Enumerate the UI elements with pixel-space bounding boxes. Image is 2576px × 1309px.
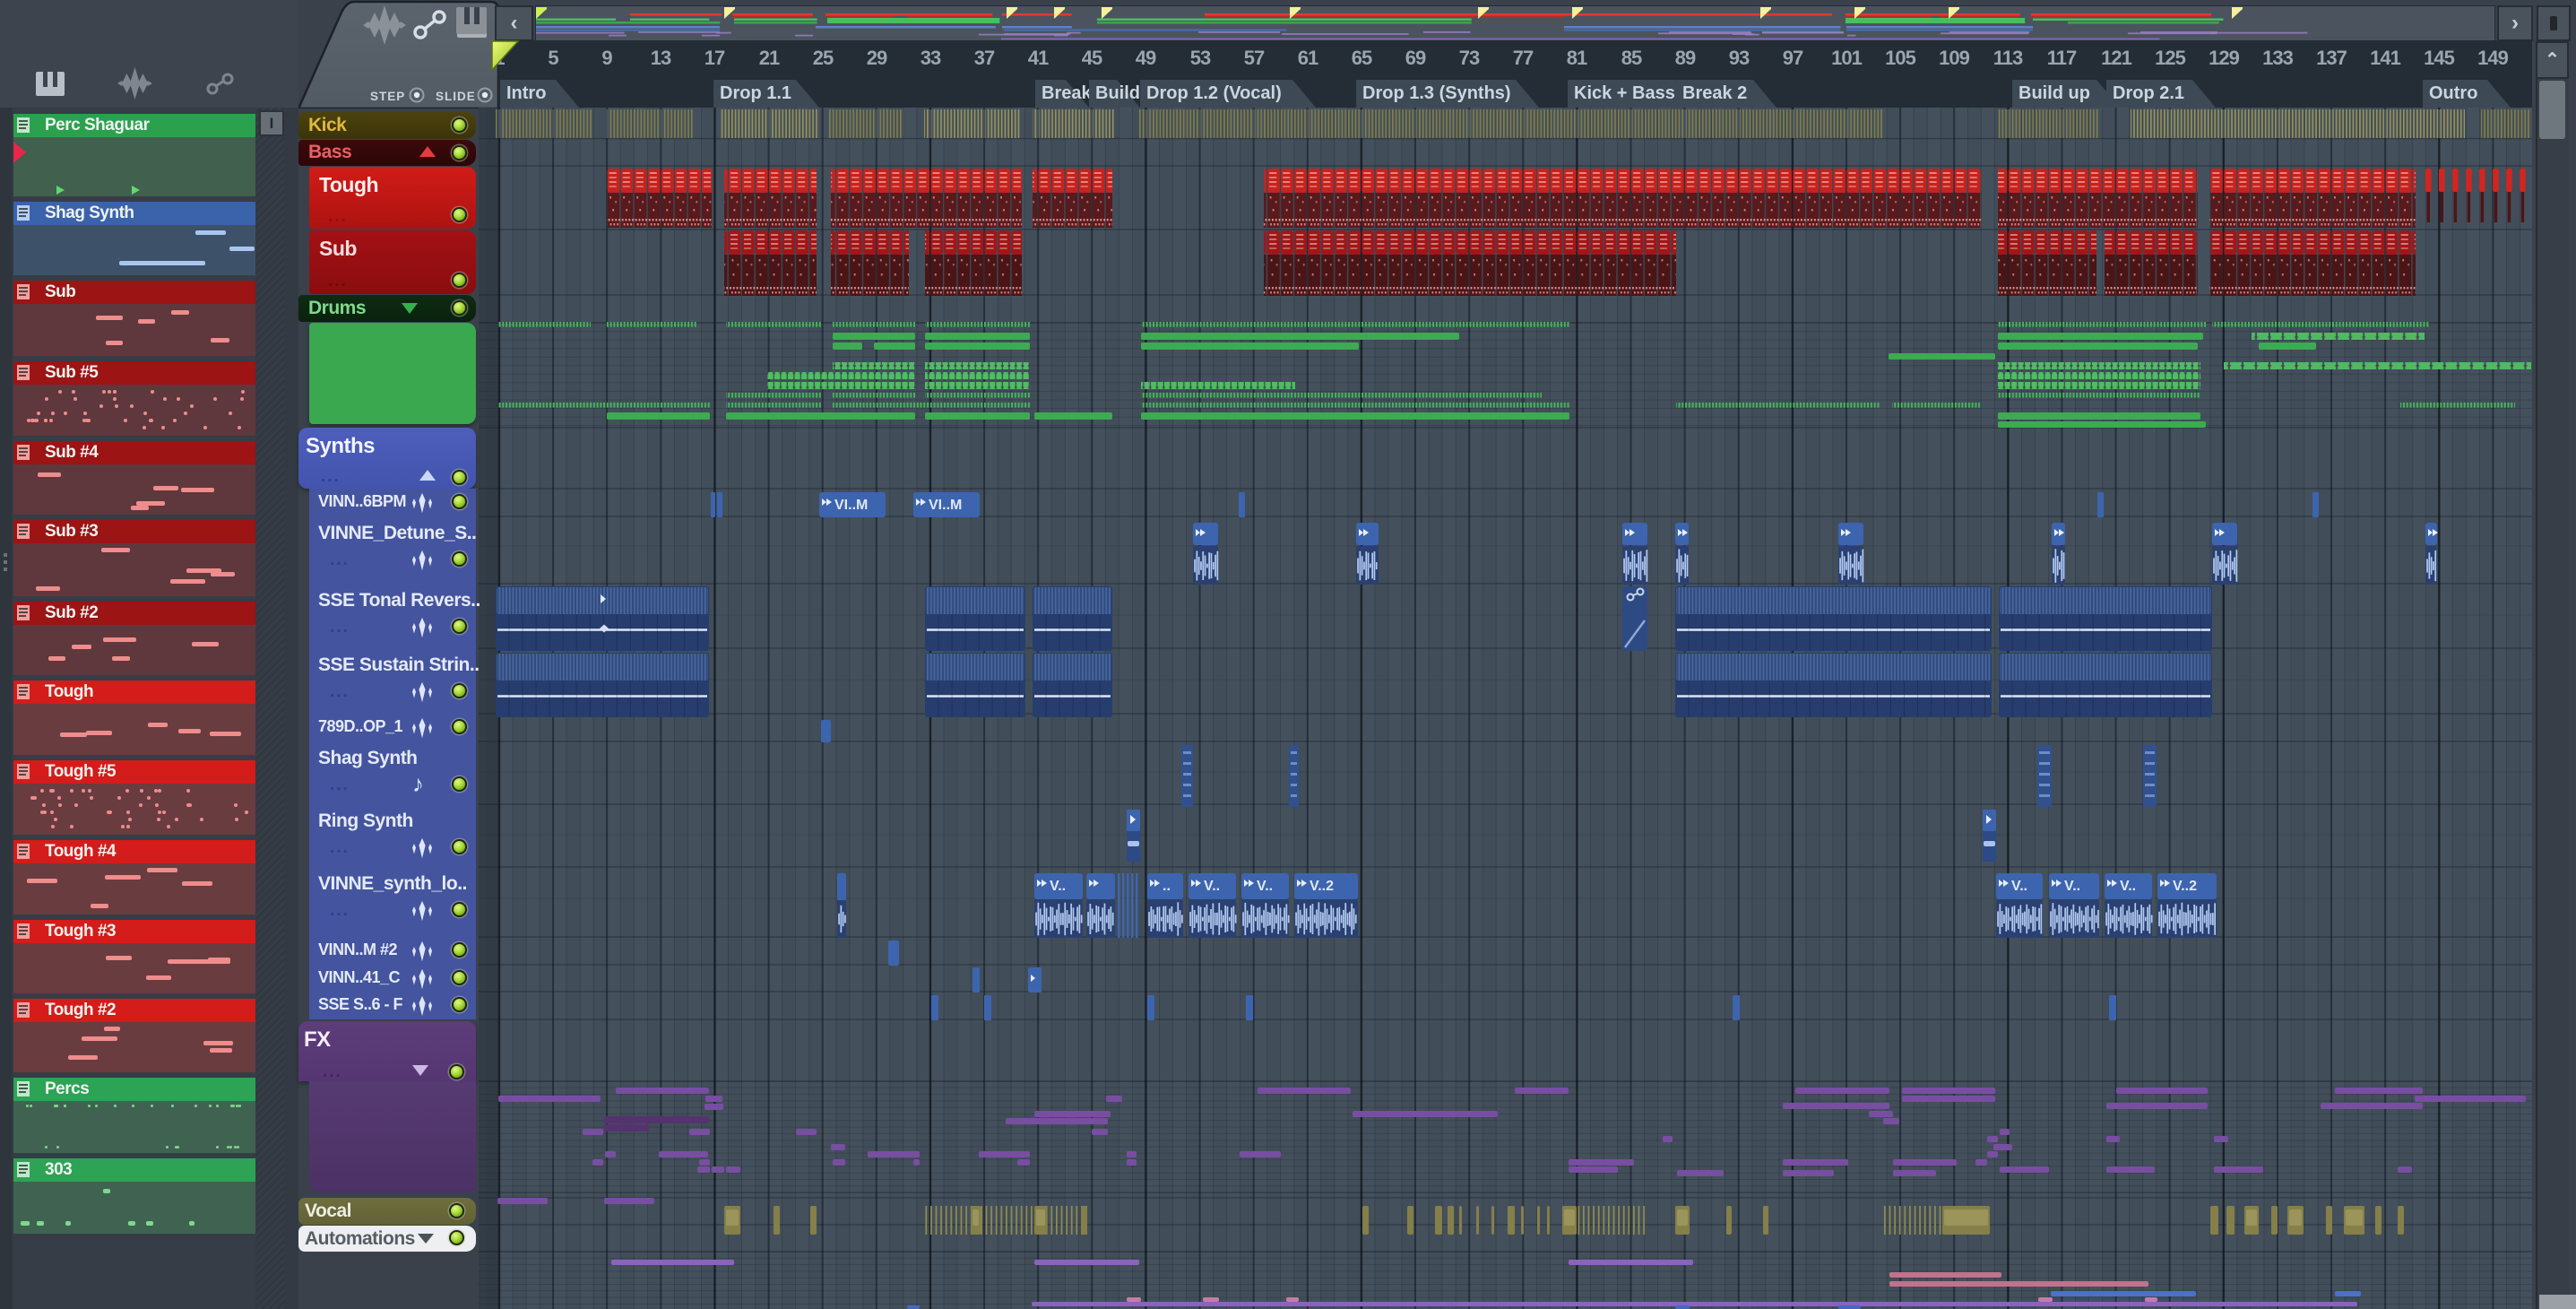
svg-text:V..2: V..2 bbox=[2173, 879, 2197, 894]
svg-text:V..: V.. bbox=[2011, 879, 2027, 894]
svg-text:V..: V.. bbox=[2064, 879, 2080, 894]
svg-text:V..2: V..2 bbox=[1310, 879, 1334, 894]
svg-text:SLIDE: SLIDE bbox=[436, 90, 476, 103]
svg-text:..: .. bbox=[1163, 879, 1171, 894]
svg-text:VI..M: VI..M bbox=[834, 498, 868, 513]
svg-text:STEP: STEP bbox=[370, 90, 405, 103]
svg-text:V..: V.. bbox=[1204, 879, 1220, 894]
svg-text:V..: V.. bbox=[2120, 879, 2136, 894]
svg-text:VI..M: VI..M bbox=[929, 498, 962, 513]
svg-text:V..: V.. bbox=[1050, 879, 1066, 894]
svg-text:V..: V.. bbox=[1257, 879, 1273, 894]
